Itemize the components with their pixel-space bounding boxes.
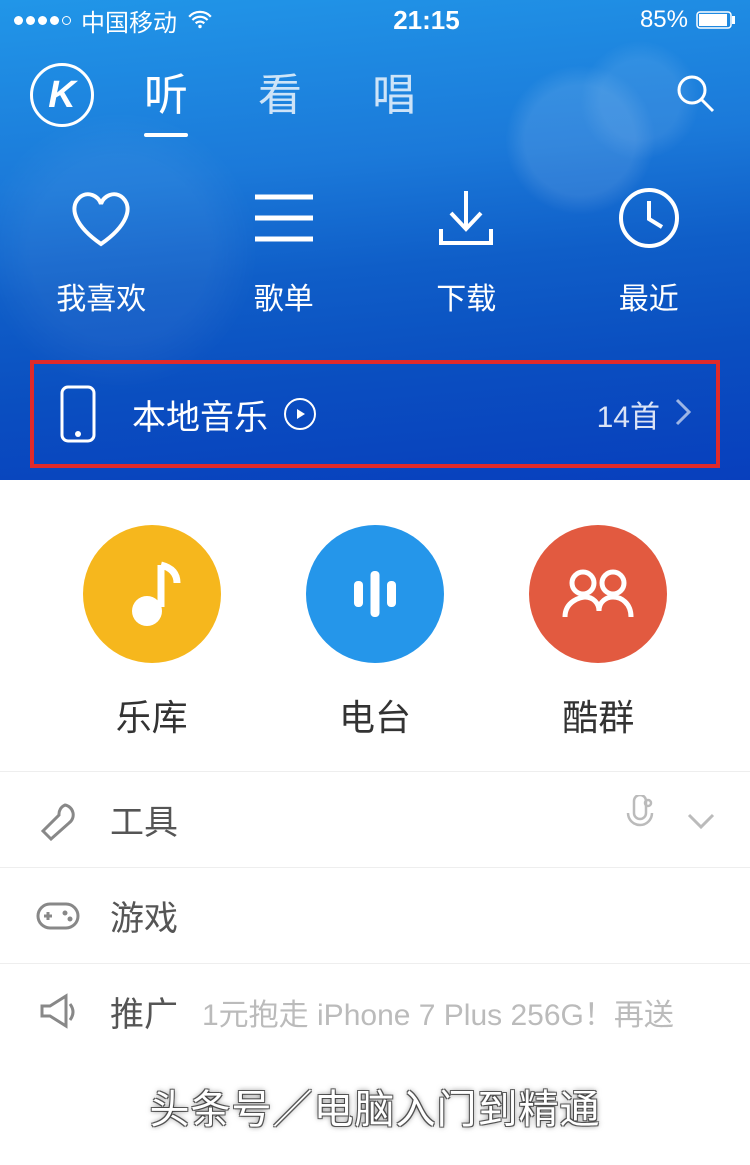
signal-icon: [14, 16, 71, 25]
quick-label: 我喜欢: [56, 274, 146, 318]
tab-watch[interactable]: 看: [258, 59, 302, 131]
category-radio[interactable]: 电台: [306, 525, 444, 741]
category-label: 酷群: [562, 689, 634, 741]
list-item-games[interactable]: 游戏: [0, 867, 750, 963]
hero-area: 中国移动 21:15 85% K 听 看 唱: [0, 0, 750, 480]
list-item-promo[interactable]: 推广 1元抱走 iPhone 7 Plus 256G！再送: [0, 963, 750, 1059]
search-icon: [673, 71, 717, 120]
status-bar: 中国移动 21:15 85%: [0, 0, 750, 40]
quick-label: 最近: [619, 274, 679, 318]
download-icon: [428, 180, 504, 256]
battery-label: 85%: [640, 6, 688, 34]
category-row: 乐库 电台 酷群: [0, 480, 750, 771]
nav-tabs: 听 看 唱: [144, 59, 670, 131]
quick-favorites[interactable]: 我喜欢: [10, 180, 193, 318]
voice-note-icon[interactable]: [620, 795, 656, 844]
local-music-count: 14首: [597, 392, 660, 436]
radio-bars-icon: [306, 525, 444, 663]
local-music-label: 本地音乐: [132, 390, 268, 439]
category-groups[interactable]: 酷群: [529, 525, 667, 741]
list-item-label: 推广: [110, 987, 178, 1036]
tab-listen[interactable]: 听: [144, 59, 188, 131]
category-label: 乐库: [116, 689, 188, 741]
status-time: 21:15: [393, 5, 460, 36]
list-item-label: 游戏: [110, 891, 178, 940]
list-item-label: 工具: [110, 795, 178, 844]
local-music-row[interactable]: 本地音乐 14首: [30, 366, 720, 462]
category-label: 电台: [339, 689, 411, 741]
status-left: 中国移动: [14, 3, 213, 38]
battery-icon: [696, 11, 736, 29]
list-item-tools[interactable]: 工具: [0, 771, 750, 867]
search-button[interactable]: [670, 70, 720, 120]
heart-icon: [63, 180, 139, 256]
top-nav: K 听 看 唱: [0, 40, 750, 150]
quick-label: 歌单: [254, 274, 314, 318]
megaphone-icon: [34, 988, 82, 1036]
carrier-label: 中国移动: [81, 3, 177, 38]
tab-sing[interactable]: 唱: [372, 59, 416, 131]
category-music-library[interactable]: 乐库: [83, 525, 221, 741]
list-item-subtext: 1元抱走 iPhone 7 Plus 256G！再送: [202, 990, 674, 1034]
gamepad-icon: [34, 892, 82, 940]
menu-list: 工具 游戏 推广 1元抱走 iPhone 7 Plus 256G！再送: [0, 771, 750, 1059]
group-icon: [529, 525, 667, 663]
quick-downloads[interactable]: 下载: [375, 180, 558, 318]
status-right: 85%: [640, 6, 736, 34]
play-icon[interactable]: [284, 398, 316, 430]
list-icon: [246, 180, 322, 256]
chevron-right-icon: [674, 397, 692, 432]
watermark-text: 头条号／电脑入门到精通: [0, 1077, 750, 1135]
phone-icon: [58, 384, 98, 444]
quick-actions: 我喜欢 歌单 下载 最近: [0, 150, 750, 328]
clock-icon: [611, 180, 687, 256]
music-note-icon: [83, 525, 221, 663]
quick-label: 下载: [436, 274, 496, 318]
app-logo[interactable]: K: [30, 63, 94, 127]
quick-recent[interactable]: 最近: [558, 180, 741, 318]
wrench-icon: [34, 796, 82, 844]
wifi-icon: [187, 10, 213, 30]
chevron-down-icon[interactable]: [686, 800, 716, 839]
quick-playlists[interactable]: 歌单: [193, 180, 376, 318]
